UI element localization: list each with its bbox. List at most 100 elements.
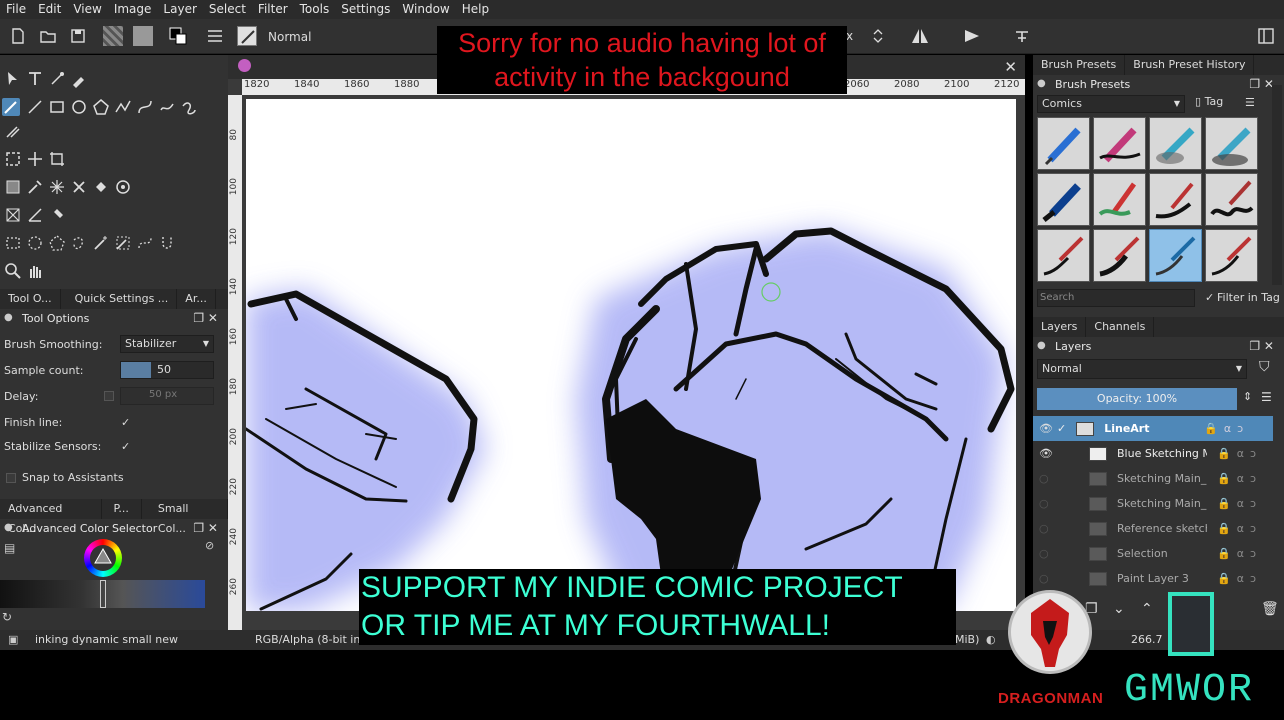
brush-preset-item[interactable] — [1093, 229, 1146, 282]
freehand-select-icon[interactable] — [70, 234, 88, 252]
dock-float-close-icon[interactable]: ❐ ✕ — [1249, 77, 1274, 91]
tab-artistic[interactable]: Ar... — [177, 289, 216, 309]
layer-row[interactable]: ○ Sketching Main_... 🔒αↄ — [1033, 466, 1273, 491]
hidden-eye-icon[interactable]: ○ — [1039, 522, 1059, 535]
collapse-icon[interactable]: ● — [4, 522, 13, 533]
layer-lock-alpha-icons[interactable]: 🔒αↄ — [1217, 522, 1262, 535]
finish-line-checkbox[interactable]: ✓ — [121, 416, 130, 429]
tab-brush-presets[interactable]: Brush Presets — [1033, 55, 1126, 75]
bezier-select-icon[interactable] — [136, 234, 154, 252]
menu-file[interactable]: File — [0, 0, 32, 19]
layer-lock-alpha-icons[interactable]: 🔒αↄ — [1217, 547, 1262, 560]
gradient-swatch-icon[interactable] — [133, 26, 153, 46]
dock-float-close-icon[interactable]: ❐ ✕ — [1249, 339, 1274, 353]
zoom-level[interactable]: 266.7 — [1131, 633, 1163, 646]
save-icon[interactable] — [68, 26, 88, 46]
calligraphy-icon[interactable] — [70, 70, 88, 88]
layer-row[interactable]: ○ Selection 🔒αↄ — [1033, 541, 1273, 566]
menu-layer[interactable]: Layer — [157, 0, 202, 19]
collapse-icon[interactable]: ● — [4, 312, 13, 323]
dock-float-close-icon[interactable]: ❐ ✕ — [193, 311, 218, 325]
filter-icon[interactable]: ⛉ — [1259, 359, 1270, 375]
tab-tool-options[interactable]: Tool O... — [0, 289, 61, 309]
ellipse-select-icon[interactable] — [26, 234, 44, 252]
zoom-tool-icon[interactable] — [4, 262, 22, 280]
brush-preset-item-selected[interactable] — [1149, 229, 1202, 282]
pattern-swatch-icon[interactable] — [103, 26, 123, 46]
brush-smoothing-select[interactable]: Stabilizer ▼ — [120, 335, 214, 353]
brush-tag-select[interactable]: Comics ▼ — [1037, 95, 1185, 113]
tab-brush-preset-history[interactable]: Brush Preset History — [1125, 55, 1255, 75]
refresh-icon[interactable]: ↻ — [2, 610, 12, 624]
freehand-brush-icon[interactable] — [2, 98, 20, 116]
layer-blend-select[interactable]: Normal ▼ — [1037, 359, 1247, 379]
layer-row-active[interactable]: 👁 ✓ LineArt 🔒αↄ — [1033, 416, 1273, 441]
brush-menu-icon[interactable]: ☰ — [1245, 96, 1255, 109]
layer-menu-icon[interactable]: ☰ — [1261, 390, 1272, 404]
tab-advanced-color[interactable]: Advanced Col... — [0, 499, 102, 535]
spin-arrows-icon[interactable] — [868, 26, 888, 46]
polygon-tool-icon[interactable] — [92, 98, 110, 116]
brush-scrollbar[interactable] — [1272, 85, 1282, 285]
delete-layer-icon[interactable]: 🗑 — [1261, 601, 1279, 617]
color-menu-icon[interactable]: ▤ — [4, 541, 15, 555]
collapse-icon[interactable]: ● — [1037, 78, 1046, 89]
visibility-eye-icon[interactable]: 👁 — [1039, 422, 1059, 435]
ruler-tool-icon[interactable] — [26, 206, 44, 224]
color-picker-icon[interactable] — [26, 178, 44, 196]
transform-tool-icon[interactable] — [48, 150, 66, 168]
tab-layers[interactable]: Layers — [1033, 317, 1087, 337]
brush-preset-item[interactable] — [1205, 173, 1258, 226]
brush-search-input[interactable]: Search — [1037, 289, 1195, 307]
assistant-tool-icon[interactable] — [70, 178, 88, 196]
ellipse-tool-icon[interactable] — [70, 98, 88, 116]
dynamic-brush-icon[interactable] — [180, 98, 198, 116]
collapse-icon[interactable]: ● — [1037, 340, 1046, 351]
color-gradient-bar[interactable] — [0, 580, 205, 608]
brush-preset-item[interactable] — [1037, 229, 1090, 282]
layer-lock-alpha-icons[interactable]: 🔒αↄ — [1217, 472, 1262, 485]
dock-float-close-icon[interactable]: ❐ ✕ — [193, 521, 218, 535]
crop-tool-icon[interactable] — [4, 150, 22, 168]
layer-lock-alpha-icons[interactable]: 🔒αↄ — [1217, 572, 1262, 585]
layer-lock-alpha-icons[interactable]: 🔒αↄ — [1204, 422, 1249, 435]
brush-preset-item[interactable] — [1093, 173, 1146, 226]
rectangle-tool-icon[interactable] — [48, 98, 66, 116]
polygon-select-icon[interactable] — [48, 234, 66, 252]
rotation-icon[interactable]: ◐ — [986, 633, 996, 646]
line-tool-icon[interactable] — [26, 98, 44, 116]
gradient-tool-icon[interactable] — [4, 178, 22, 196]
hidden-eye-icon[interactable]: ○ — [1039, 547, 1059, 560]
brush-preset-icon[interactable] — [237, 26, 257, 46]
menu-window[interactable]: Window — [396, 0, 455, 19]
layer-row[interactable]: ○ Paint Layer 3 🔒αↄ — [1033, 566, 1273, 591]
magic-wand-icon[interactable] — [92, 234, 110, 252]
document-icon[interactable] — [238, 59, 251, 72]
multibrush-icon[interactable] — [4, 122, 22, 140]
hidden-eye-icon[interactable]: ○ — [1039, 572, 1059, 585]
reference-tool-icon[interactable] — [48, 206, 66, 224]
similar-select-icon[interactable] — [114, 234, 132, 252]
filter-in-tag-checkbox[interactable]: ✓ — [1205, 291, 1214, 304]
drawing-canvas[interactable] — [246, 99, 1016, 611]
brush-preset-item[interactable] — [1149, 117, 1202, 170]
fill-tool-icon[interactable] — [92, 178, 110, 196]
smart-patch-icon[interactable] — [48, 178, 66, 196]
pan-tool-icon[interactable] — [26, 262, 44, 280]
layer-lock-alpha-icons[interactable]: 🔒αↄ — [1217, 497, 1262, 510]
open-folder-icon[interactable] — [38, 26, 58, 46]
tab-small-color[interactable]: Small Col... — [142, 499, 228, 535]
move-layer-up-icon[interactable]: ⌃ — [1141, 601, 1153, 617]
menu-edit[interactable]: Edit — [32, 0, 67, 19]
menu-select[interactable]: Select — [203, 0, 252, 19]
bezier-tool-icon[interactable] — [136, 98, 154, 116]
color-wheel[interactable] — [84, 539, 122, 577]
brush-settings-icon[interactable] — [205, 26, 225, 46]
brush-preset-item[interactable] — [1149, 173, 1202, 226]
select-shapes-icon[interactable] — [4, 70, 22, 88]
menu-help[interactable]: Help — [456, 0, 495, 19]
stabilize-sensors-checkbox[interactable]: ✓ — [121, 440, 130, 453]
brush-preset-item[interactable] — [1037, 173, 1090, 226]
freehand-path-icon[interactable] — [158, 98, 176, 116]
tab-channels[interactable]: Channels — [1086, 317, 1155, 337]
